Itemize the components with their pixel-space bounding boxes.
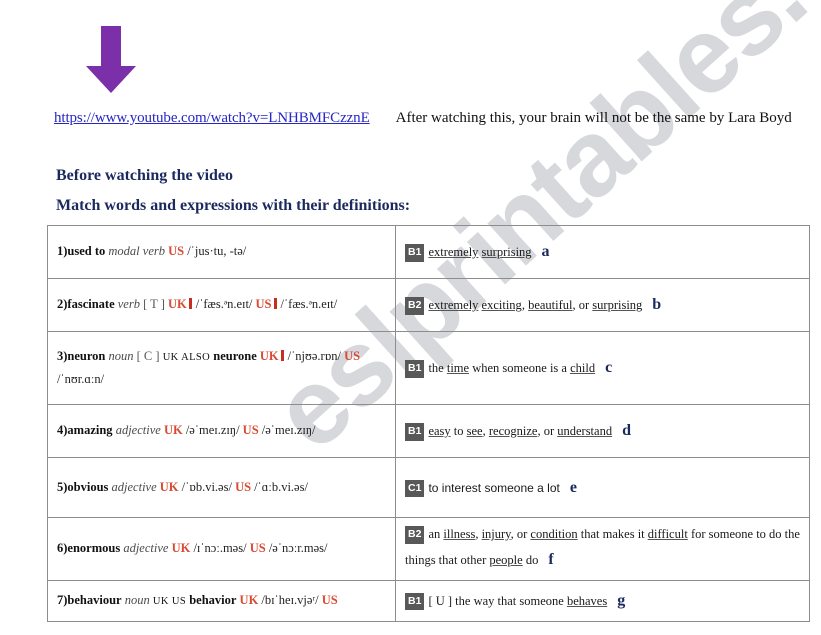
answer-letter: g (617, 591, 626, 609)
definition-text: B1 extremely surprising a (405, 243, 550, 262)
cefr-level-badge: B1 (405, 592, 425, 611)
answer-letter: d (622, 422, 631, 439)
term-cell: 7)behaviour noun UK US behavior UK /bɪˈh… (47, 579, 396, 622)
answer-letter: f (548, 550, 554, 568)
definition-cell: B2 extremely exciting, beautiful, or surp… (395, 278, 810, 332)
definition-cell: B2 an illness, injury, or condition that … (395, 517, 810, 581)
definition-cell: B1[ U ] the way that someone behaves g (395, 579, 810, 622)
answer-letter: a (541, 243, 550, 260)
answer-letter: c (605, 359, 613, 376)
cefr-level-badge: B2 (405, 297, 425, 315)
youtube-video-link[interactable]: https://www.youtube.com/watch?v=LNHBMFCz… (54, 110, 370, 126)
definition-text: C1 to interest someone a lot e (405, 478, 577, 497)
video-link-line: https://www.youtube.com/watch?v=LNHBMFCz… (54, 110, 792, 127)
term-text: 4)amazing adjective UK /əˈmeɪ.zɪŋ/ US /ə… (57, 423, 316, 438)
definition-text: B2 extremely exciting, beautiful, or surp… (405, 296, 662, 315)
table-row: 2)fascinate verb [ T ] UK/ˈfæs.ᵊn.eɪt/ U… (47, 278, 810, 332)
term-cell: 4)amazing adjective UK /əˈmeɪ.zɪŋ/ US /ə… (47, 404, 396, 458)
video-caption: After watching this, your brain will not… (395, 110, 792, 126)
term-text: 7)behaviour noun UK US behavior UK /bɪˈh… (57, 593, 338, 608)
cefr-level-badge: B1 (405, 360, 425, 378)
definition-cell: B1 easy to see, recognize, or understand d (395, 404, 810, 458)
definition-cell: B1 extremely surprising a (395, 225, 810, 279)
table-row: 6)enormous adjective UK /ɪˈnɔː.məs/ US /… (47, 517, 810, 581)
definition-text: B1[ U ] the way that someone behaves g (405, 591, 626, 611)
down-arrow-svg (86, 26, 136, 93)
term-cell: 1)used to modal verb US /ˈjus·tu, -tə/ (47, 225, 396, 279)
table-row: 7)behaviour noun UK US behavior UK /bɪˈh… (47, 579, 810, 622)
term-cell: 2)fascinate verb [ T ] UK/ˈfæs.ᵊn.eɪt/ U… (47, 278, 396, 332)
audio-icon[interactable] (188, 298, 192, 310)
down-arrow-icon (84, 26, 138, 99)
term-cell: 5)obvious adjective UK /ˈɒb.vi.əs/ US /ˈ… (47, 457, 396, 518)
term-text: 6)enormous adjective UK /ɪˈnɔː.məs/ US /… (57, 541, 328, 556)
definition-cell: B1 the time when someone is a child c (395, 331, 810, 405)
matching-exercise-table: 1)used to modal verb US /ˈjus·tu, -tə/ B… (47, 225, 810, 622)
term-cell: 3)neuron noun [ C ] UK ALSO neurone UK/ˈ… (47, 331, 396, 405)
term-text: 2)fascinate verb [ T ] UK/ˈfæs.ᵊn.eɪt/ U… (57, 297, 338, 312)
heading-before-watching: Before watching the video (56, 167, 234, 184)
table-row: 1)used to modal verb US /ˈjus·tu, -tə/ B… (47, 225, 810, 279)
cefr-level-badge: C1 (405, 479, 425, 497)
heading-match-instruction: Match words and expressions with their d… (56, 197, 411, 214)
table-row: 5)obvious adjective UK /ˈɒb.vi.əs/ US /ˈ… (47, 457, 810, 518)
table-row: 4)amazing adjective UK /əˈmeɪ.zɪŋ/ US /ə… (47, 404, 810, 458)
cefr-level-badge: B1 (405, 423, 425, 441)
definition-text: B1 the time when someone is a child c (405, 359, 613, 378)
audio-icon[interactable] (280, 349, 284, 361)
term-text: 1)used to modal verb US /ˈjus·tu, -tə/ (57, 244, 247, 259)
cefr-level-badge: B2 (405, 526, 425, 544)
definition-cell: C1 to interest someone a lot e (395, 457, 810, 518)
table-row: 3)neuron noun [ C ] UK ALSO neurone UK/ˈ… (47, 331, 810, 405)
term-text: 3)neuron noun [ C ] UK ALSO neurone UK/ˈ… (57, 348, 361, 386)
term-text: 5)obvious adjective UK /ˈɒb.vi.əs/ US /ˈ… (57, 479, 308, 494)
audio-icon[interactable] (273, 298, 277, 310)
cefr-level-badge: B1 (405, 244, 425, 262)
answer-letter: b (652, 296, 662, 313)
term-cell: 6)enormous adjective UK /ɪˈnɔː.məs/ US /… (47, 517, 396, 581)
definition-text: B2 an illness, injury, or condition that … (405, 526, 800, 568)
definition-text: B1 easy to see, recognize, or understand d (405, 422, 631, 441)
answer-letter: e (569, 478, 577, 496)
